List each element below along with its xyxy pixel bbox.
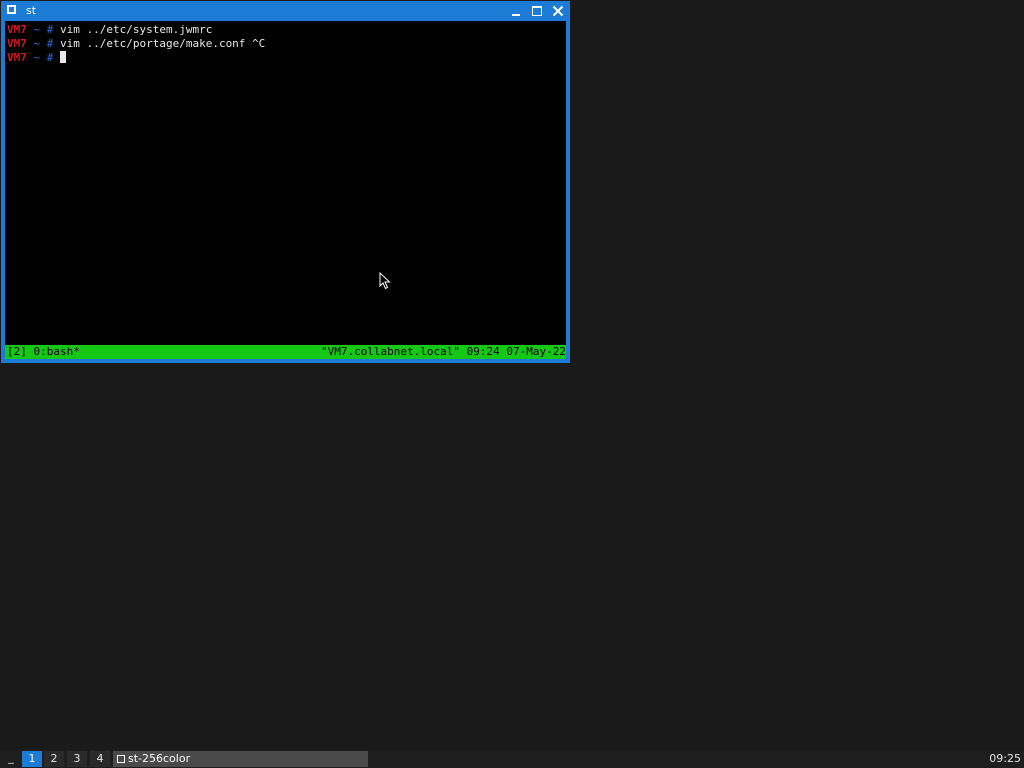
workspace-1-button[interactable]: 1 [22,751,42,767]
close-button[interactable] [549,3,567,19]
terminal-window[interactable]: st VM7 ~ # vim ../etc/system.jwmrc VM7 ~… [1,1,570,363]
terminal-line: VM7 ~ # vim ../etc/system.jwmrc [7,23,212,37]
command-text: vim ../etc/system.jwmrc [60,23,213,36]
prompt-symbol: # [40,51,60,64]
window-titlebar[interactable]: st [1,1,570,21]
window-icon [7,5,16,14]
status-session[interactable]: [2] 0:bash* [7,345,80,359]
taskbar: _ 1 2 3 4 st-256color 09:25 [0,750,1024,768]
prompt-hostname: VM7 [7,37,27,50]
taskbar-task-st[interactable]: st-256color [113,751,368,767]
window-icon [117,755,125,763]
status-host-time: "VM7.collabnet.local" 09:24 07-May-22 [320,345,566,358]
minimize-button[interactable] [507,3,525,19]
prompt-directory: ~ [26,37,41,50]
prompt-directory: ~ [26,51,41,64]
workspace-2-button[interactable]: 2 [44,751,64,767]
command-text: vim ../etc/portage/make.conf ^C [60,37,266,50]
mouse-pointer-icon [379,272,391,290]
workspace-4-button[interactable]: 4 [90,751,110,767]
task-label: st-256color [128,752,191,765]
prompt-hostname: VM7 [7,23,27,36]
window-title: st [26,4,37,17]
maximize-icon [532,6,542,16]
prompt-symbol: # [40,37,60,50]
tmux-status-bar: [2] 0:bash* "VM7.collabnet.local" 09:24 … [5,345,566,359]
terminal-line: VM7 ~ # vim ../etc/portage/make.conf ^C [7,37,265,51]
desktop: st VM7 ~ # vim ../etc/system.jwmrc VM7 ~… [0,0,1024,750]
close-icon [552,5,564,17]
text-cursor [60,51,66,63]
clock[interactable]: 09:25 [989,750,1021,768]
prompt-directory: ~ [26,23,41,36]
maximize-button[interactable] [528,3,546,19]
root-menu-button[interactable]: _ [4,750,18,768]
workspace-3-button[interactable]: 3 [67,751,87,767]
terminal-area[interactable]: VM7 ~ # vim ../etc/system.jwmrc VM7 ~ # … [5,21,566,359]
minimize-icon [512,14,520,16]
terminal-line[interactable]: VM7 ~ # [7,51,66,65]
prompt-hostname: VM7 [7,51,27,64]
prompt-symbol: # [40,23,60,36]
